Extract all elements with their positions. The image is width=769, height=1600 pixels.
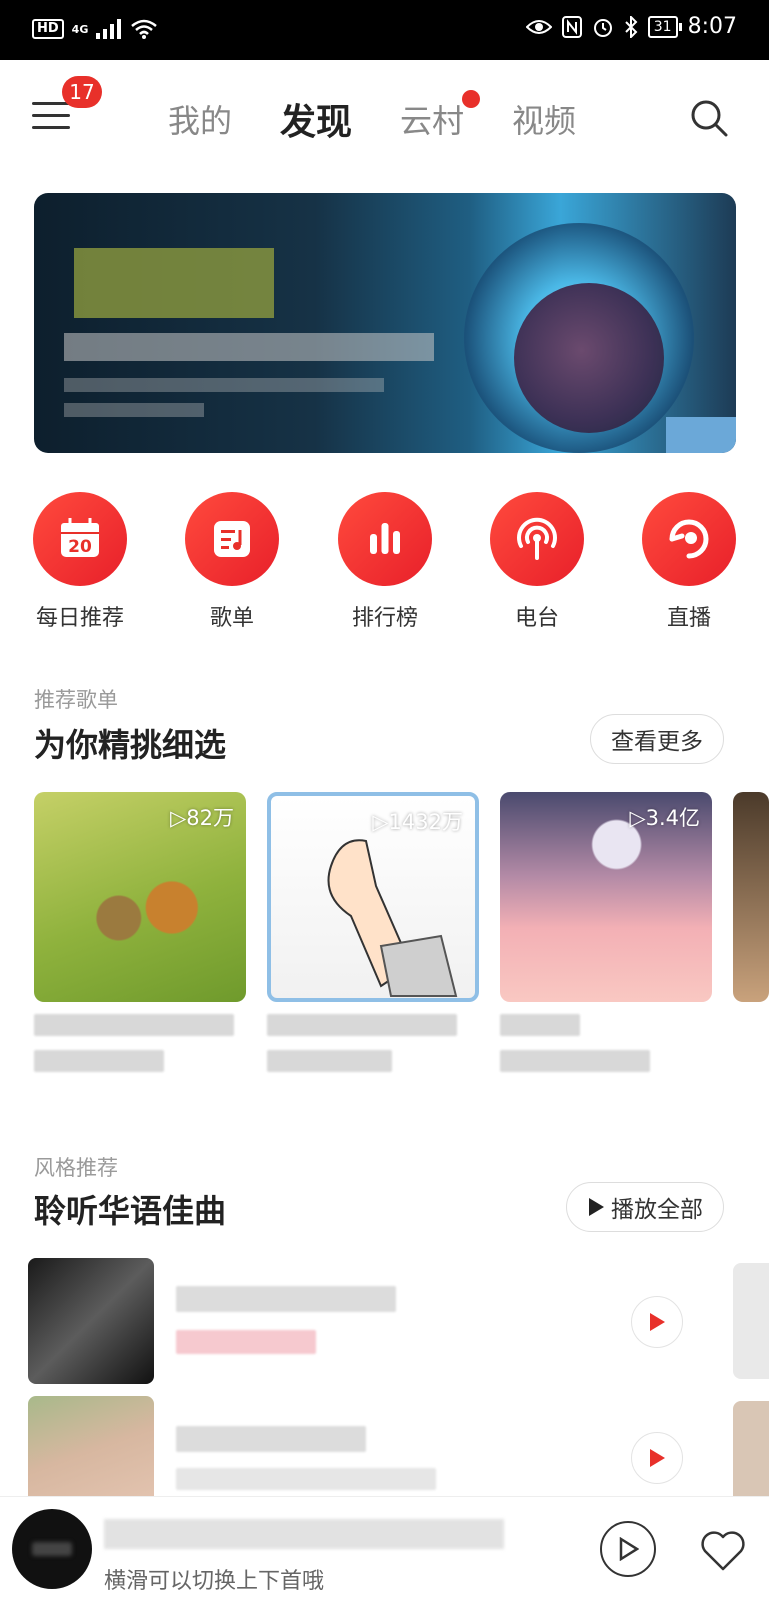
section-subtitle: 推荐歌单 [34, 688, 118, 712]
heart-icon[interactable] [696, 1523, 750, 1577]
song-row[interactable] [0, 1258, 769, 1388]
player-play-button[interactable] [600, 1521, 656, 1577]
playlist-cover: ▷3.4亿 [500, 792, 712, 1002]
now-playing-title-blurred [104, 1519, 504, 1549]
playlist-card-partial[interactable] [733, 792, 769, 1002]
new-dot [462, 90, 481, 108]
section-title: 为你精挑细选 [34, 726, 227, 764]
section-title: 聆听华语佳曲 [34, 1192, 227, 1230]
notification-badge: 17 [62, 76, 102, 108]
playlist-title-blurred [500, 1050, 650, 1072]
top-nav: 17 我的 发现 云村 视频 [0, 60, 769, 170]
live-icon [642, 492, 736, 586]
playlist-title-blurred [34, 1050, 164, 1072]
play-count: ▷1432万 [372, 810, 463, 834]
playlist-title-blurred [267, 1014, 457, 1036]
playlist-cover: ▷82万 [34, 792, 246, 1002]
song-title-blurred [176, 1286, 396, 1312]
tab-label: 视频 [512, 102, 577, 140]
playlist-title-blurred [267, 1050, 392, 1072]
banner-text-pixelated [64, 403, 204, 417]
see-more-button[interactable]: 查看更多 [590, 714, 724, 764]
play-count-value: 1432万 [388, 810, 463, 834]
quick-label: 歌单 [209, 606, 254, 631]
wifi-icon [131, 19, 158, 39]
tab-label: 发现 [280, 102, 353, 143]
section-subtitle: 风格推荐 [34, 1156, 118, 1180]
battery-indicator: 31 [647, 15, 682, 38]
network-type: 4G [71, 22, 89, 36]
svg-text:20: 20 [68, 537, 92, 557]
play-count-value: 3.4亿 [645, 806, 700, 830]
eye-icon [525, 19, 552, 34]
song-title-blurred [176, 1426, 366, 1452]
song-subtitle-blurred [176, 1468, 436, 1490]
play-count: ▷82万 [170, 806, 234, 830]
disc-label-blurred [32, 1542, 72, 1556]
menu-button[interactable] [32, 102, 72, 134]
menu-icon-line [32, 114, 70, 117]
play-all-button[interactable]: 播放全部 [566, 1182, 724, 1232]
song-cover [28, 1258, 154, 1384]
tab-label: 我的 [168, 102, 233, 140]
banner-orb [514, 283, 664, 433]
song-tag-blurred [176, 1330, 316, 1354]
menu-icon-line [32, 126, 70, 129]
song-play-button[interactable] [631, 1296, 683, 1348]
nfc-icon [561, 15, 582, 38]
song-play-button[interactable] [631, 1432, 683, 1484]
playlist-icon [185, 492, 279, 586]
playlist-title-blurred [34, 1014, 234, 1036]
hd-indicator: HD [32, 19, 64, 39]
play-count-value: 82万 [186, 806, 234, 830]
quick-playlist[interactable]: 歌单 [157, 492, 307, 632]
play-icon [589, 1198, 604, 1216]
tab-discover[interactable]: 发现 [280, 93, 352, 145]
promo-banner[interactable] [34, 193, 736, 453]
banner-text-pixelated [64, 333, 434, 361]
signal-icon [96, 19, 122, 39]
banner-text-pixelated [64, 378, 384, 392]
quick-daily-recommend[interactable]: 20 每日推荐 [5, 492, 155, 632]
mini-player[interactable]: 横滑可以切换上下首哦 [0, 1496, 769, 1600]
play-count: ▷3.4亿 [629, 806, 700, 830]
tab-label: 云村 [400, 102, 465, 140]
quick-label: 每日推荐 [35, 606, 124, 631]
tab-village[interactable]: 云村 [400, 90, 481, 145]
playlist-card[interactable]: ▷1432万 [267, 792, 479, 1072]
quick-label: 直播 [666, 606, 711, 631]
tab-bar: 我的 发现 云村 视频 [168, 90, 576, 145]
quick-radio[interactable]: 电台 [462, 492, 612, 632]
play-all-label: 播放全部 [611, 1197, 703, 1223]
album-disc[interactable] [12, 1509, 92, 1589]
radio-podcast-icon [490, 492, 584, 586]
playlist-title-blurred [500, 1014, 580, 1036]
quick-label: 排行榜 [351, 606, 418, 631]
play-icon [650, 1313, 665, 1331]
quick-live[interactable]: 直播 [614, 492, 764, 632]
quick-label: 电台 [514, 606, 559, 631]
playlist-cover: ▷1432万 [267, 792, 479, 1002]
menu-icon [32, 102, 70, 105]
status-time: 8:07 [687, 14, 737, 39]
tab-mine[interactable]: 我的 [168, 96, 232, 145]
calendar-icon: 20 [33, 492, 127, 586]
banner-title-pixelated [74, 248, 274, 318]
status-bar: HD 4G 31 8:07 [0, 0, 769, 60]
next-column-cover [733, 1263, 769, 1379]
swipe-hint: 横滑可以切换上下首哦 [104, 1569, 325, 1594]
bluetooth-icon [625, 15, 638, 38]
playlist-cover [733, 792, 769, 1002]
quick-charts[interactable]: 排行榜 [310, 492, 460, 632]
tab-video[interactable]: 视频 [512, 96, 576, 145]
banner-tag [666, 417, 736, 453]
chart-bars-icon [338, 492, 432, 586]
alarm-icon [593, 18, 612, 37]
play-icon [619, 1537, 639, 1561]
play-icon [650, 1449, 665, 1467]
search-icon[interactable] [689, 98, 729, 138]
playlist-card[interactable]: ▷3.4亿 [500, 792, 712, 1072]
playlist-card[interactable]: ▷82万 [34, 792, 246, 1072]
